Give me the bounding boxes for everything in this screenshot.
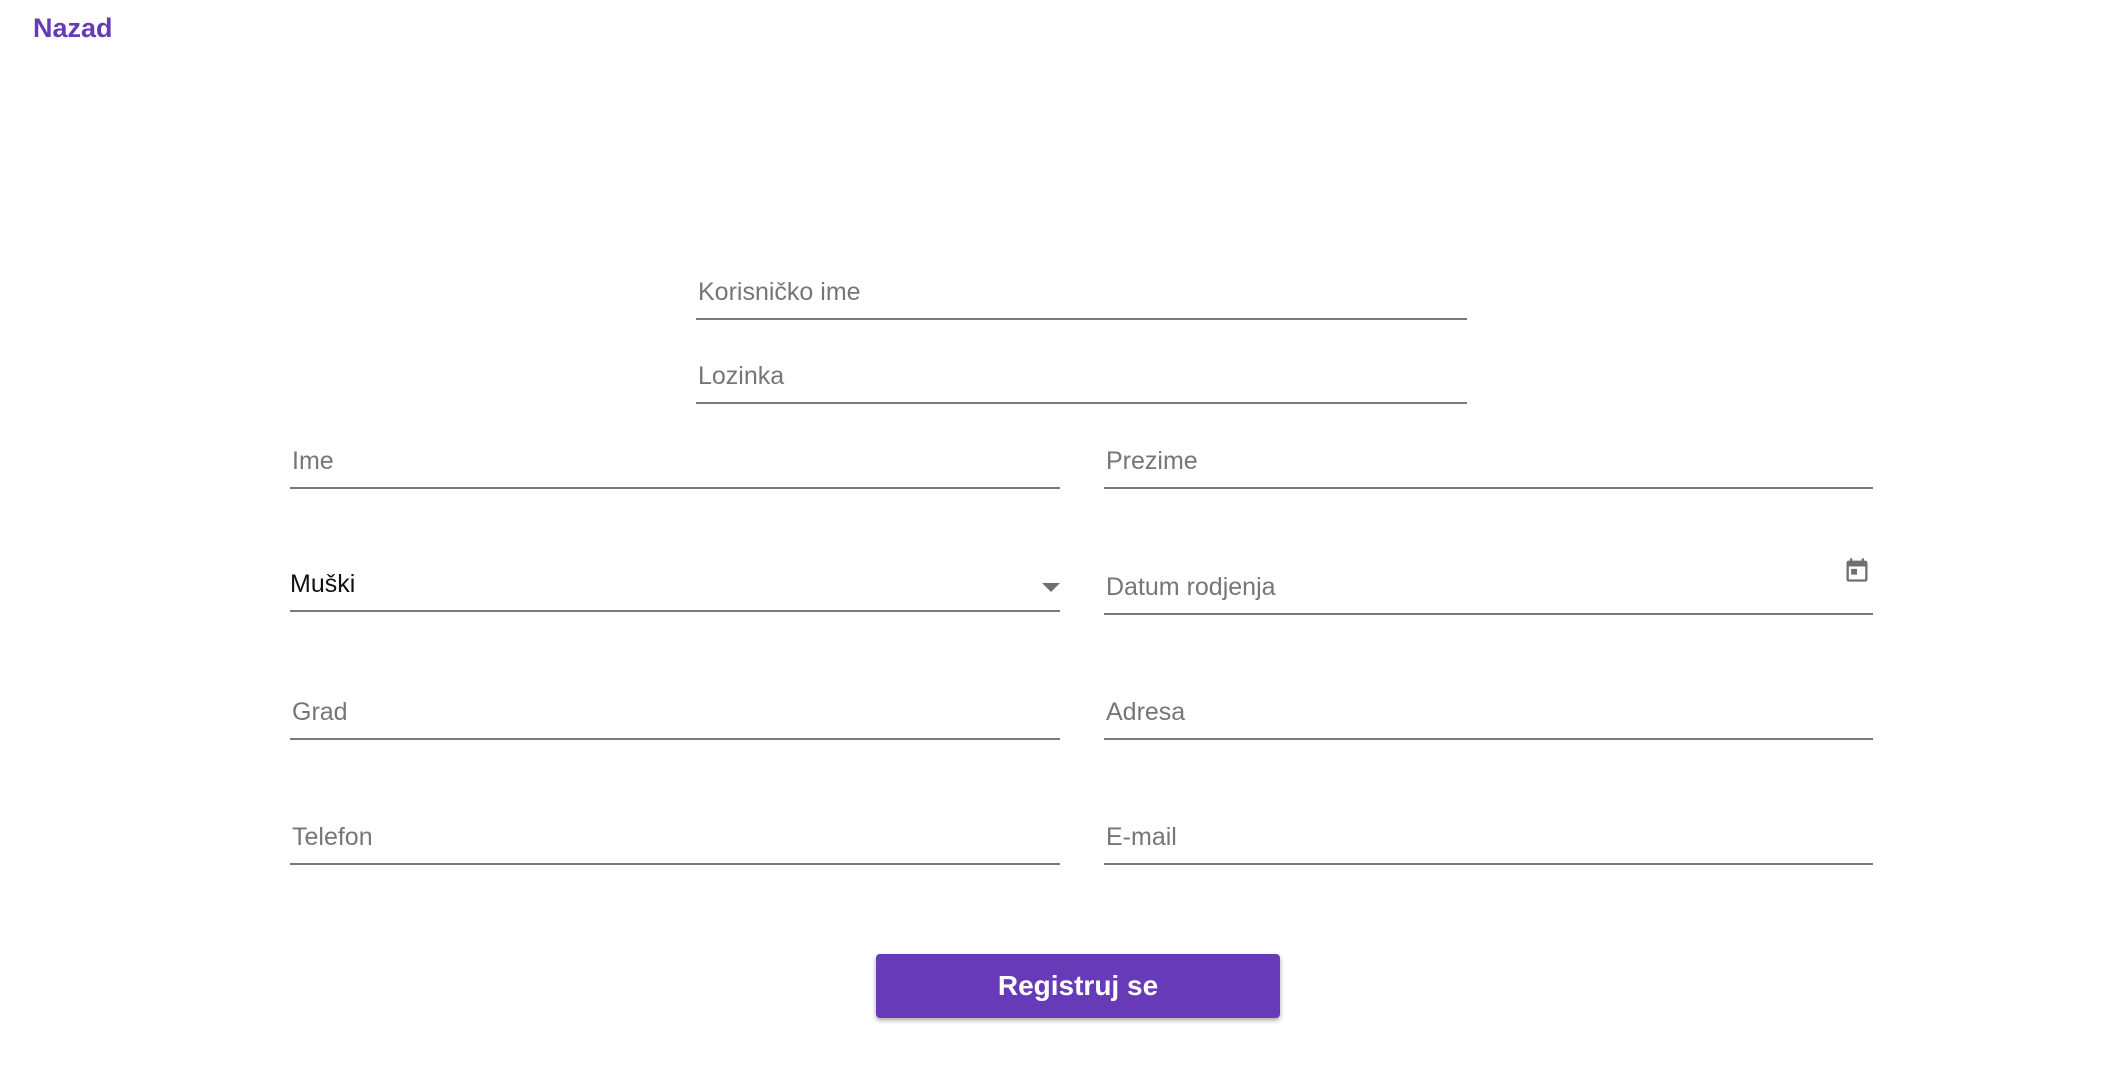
gender-select[interactable]: Muški — [290, 552, 1060, 612]
phone-input[interactable] — [292, 819, 1058, 855]
chevron-down-icon[interactable] — [1042, 583, 1060, 592]
birth-date-input[interactable] — [1106, 569, 1833, 605]
password-field[interactable] — [696, 344, 1467, 404]
address-field[interactable] — [1104, 680, 1873, 740]
email-input[interactable] — [1106, 819, 1871, 855]
first-name-input[interactable] — [292, 443, 1058, 479]
email-field[interactable] — [1104, 805, 1873, 865]
last-name-field[interactable] — [1104, 429, 1873, 489]
city-field[interactable] — [290, 680, 1060, 740]
gender-selected-value: Muški — [290, 570, 356, 598]
address-input[interactable] — [1106, 694, 1871, 730]
username-field[interactable] — [696, 260, 1467, 320]
first-name-field[interactable] — [290, 429, 1060, 489]
birth-date-field[interactable] — [1104, 555, 1873, 615]
last-name-input[interactable] — [1106, 443, 1871, 479]
username-input[interactable] — [698, 274, 1465, 310]
city-input[interactable] — [292, 694, 1058, 730]
calendar-icon[interactable] — [1843, 555, 1871, 585]
phone-field[interactable] — [290, 805, 1060, 865]
register-button[interactable]: Registruj se — [876, 954, 1280, 1018]
back-link[interactable]: Nazad — [33, 10, 113, 46]
password-input[interactable] — [698, 358, 1465, 394]
